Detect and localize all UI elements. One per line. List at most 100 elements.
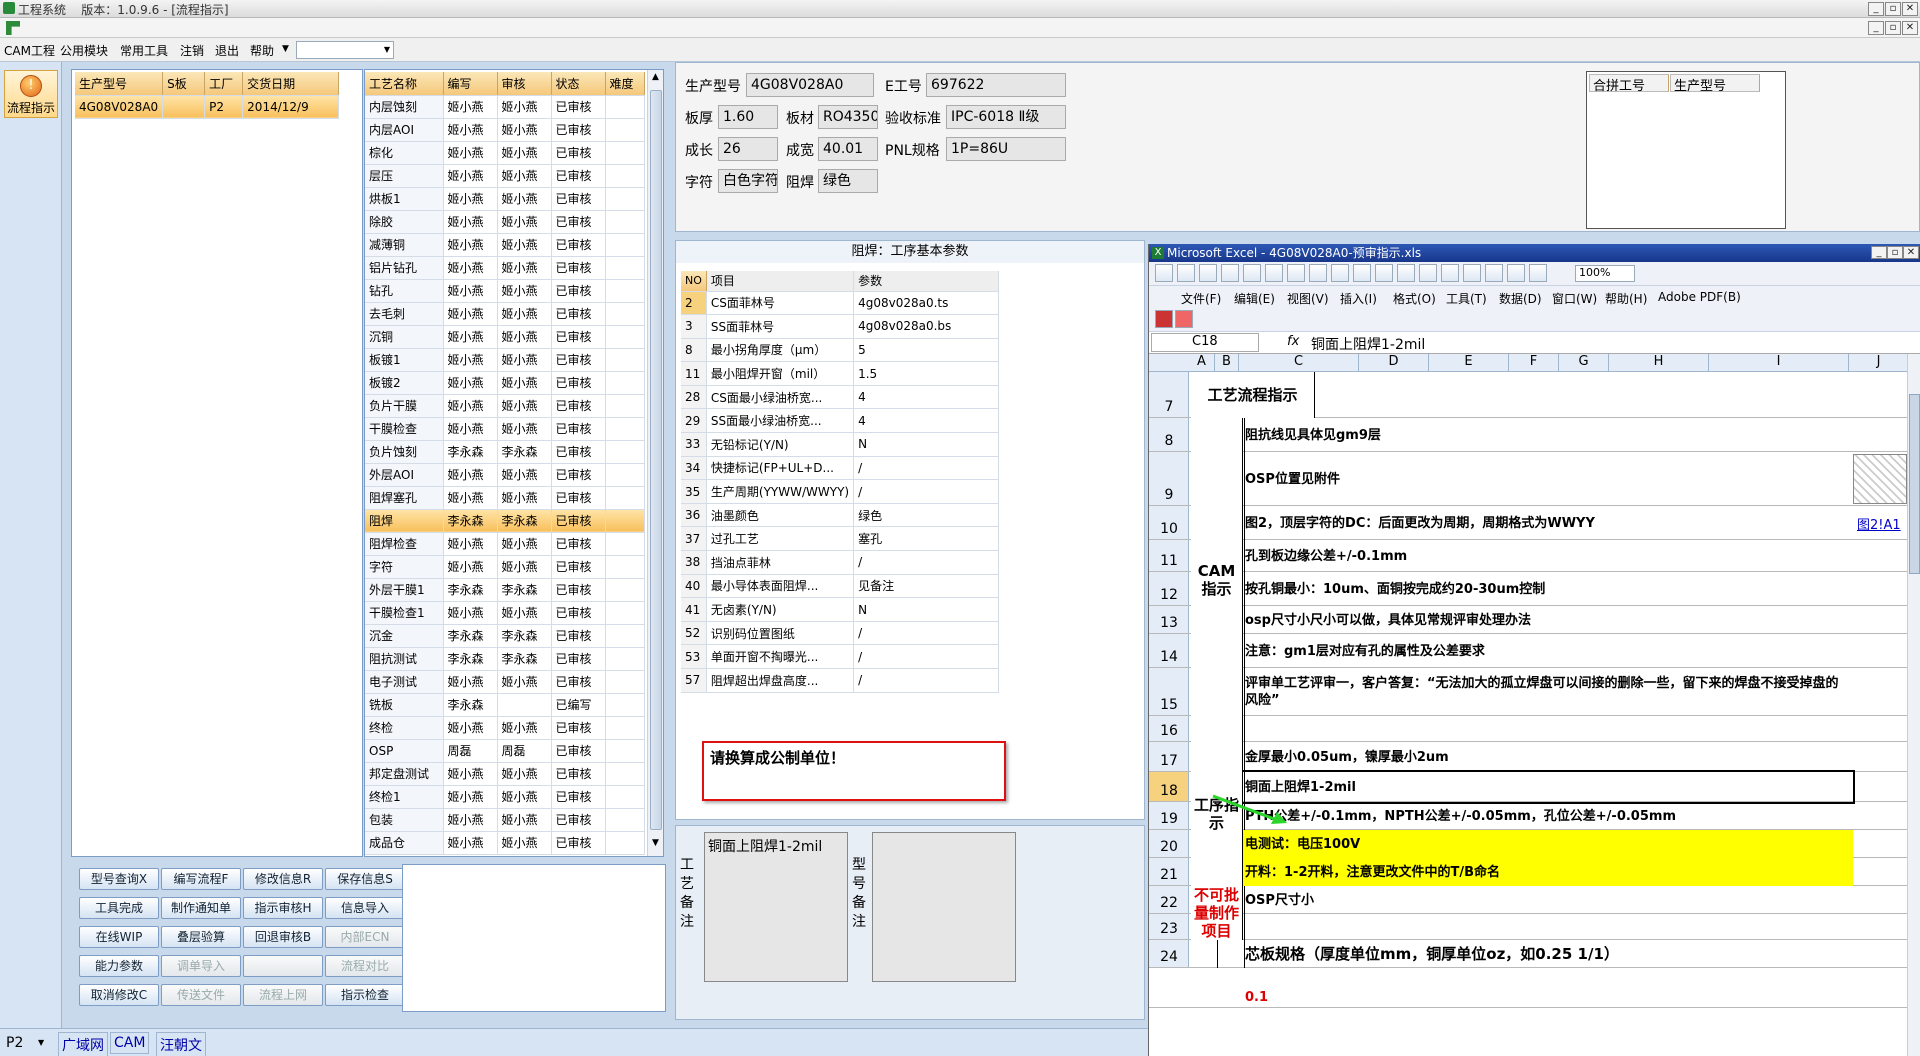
table-row[interactable]: 沉金 李永森 李永森 已审核	[365, 624, 645, 648]
instruction-cell[interactable]: 评审单工艺评审一，客户答复：“无法加大的孤立焊盘可以间接的删除一些，留下来的焊盘…	[1241, 668, 1853, 716]
excel-close-icon[interactable]: ✕	[1903, 246, 1919, 259]
open-icon[interactable]	[1177, 264, 1195, 282]
sum-icon[interactable]	[1441, 264, 1459, 282]
table-row[interactable]: 铣板 李永森 已编写	[365, 693, 645, 717]
row-number[interactable]: 9	[1149, 452, 1189, 505]
instruction-cell[interactable]: OSP位置见附件	[1241, 452, 1853, 506]
factory-select[interactable]: P2	[6, 1035, 23, 1051]
action-button-4-3[interactable]: 指示检查	[325, 984, 405, 1006]
spell-icon[interactable]	[1265, 264, 1283, 282]
menu-cam[interactable]: CAM工程	[4, 42, 55, 59]
row-number[interactable]: 18	[1149, 772, 1189, 801]
tab-user[interactable]: 汪朝文	[156, 1032, 206, 1056]
pnl-field[interactable]: 1P=86U	[946, 137, 1066, 161]
param-row[interactable]: 11 最小阻焊开窗（mil） 1.5	[681, 361, 999, 386]
action-button-2-3[interactable]: 内部ECN	[325, 926, 405, 948]
excel-scroll-thumb[interactable]	[1909, 394, 1920, 574]
param-row[interactable]: 52 识别码位置图纸 /	[681, 621, 999, 646]
column-header[interactable]: C	[1239, 354, 1359, 371]
column-header[interactable]: D	[1359, 354, 1429, 371]
column-header[interactable]: A	[1189, 354, 1215, 371]
excel-menu-item[interactable]: Adobe PDF(B)	[1658, 290, 1741, 304]
excel-menu-item[interactable]: 窗口(W)	[1552, 290, 1597, 307]
model-remark-field[interactable]	[872, 832, 1016, 982]
action-button-3-3[interactable]: 流程对比	[325, 955, 405, 977]
row-number[interactable]: 16	[1149, 716, 1189, 741]
new-icon[interactable]	[1155, 264, 1173, 282]
param-row[interactable]: 57 阻焊超出焊盘高度... /	[681, 668, 999, 693]
link-icon[interactable]	[1419, 264, 1437, 282]
instruction-cell[interactable]: 开料：1-2开料，注意更改文件中的T/B命名	[1241, 858, 1853, 886]
row-number[interactable]: 11	[1149, 540, 1189, 571]
action-button-1-3[interactable]: 信息导入	[325, 897, 405, 919]
param-row[interactable]: 40 最小导体表面阻焊... 见备注	[681, 574, 999, 599]
excel-menu-item[interactable]: 帮助(H)	[1605, 290, 1647, 307]
instruction-cell[interactable]: 图2，顶层字符的DC：后面更改为周期，周期格式为WWYY	[1241, 506, 1853, 540]
table-row[interactable]: 外层干膜1 李永森 李永森 已审核	[365, 578, 645, 602]
instruction-cell[interactable]: 金厚最小0.05um，镍厚最小2um	[1241, 742, 1853, 772]
eno-field[interactable]: 697622	[926, 73, 1066, 97]
table-row[interactable]: 内层AOI 姬小燕 姬小燕 已审核	[365, 118, 645, 142]
scroll-down-icon[interactable]: ▼	[649, 838, 662, 852]
sort-asc-icon[interactable]	[1463, 264, 1481, 282]
model-field[interactable]: 4G08V028A0	[746, 73, 874, 97]
action-button-2-0[interactable]: 在线WIP	[79, 926, 159, 948]
chart-icon[interactable]	[1507, 264, 1525, 282]
table-row[interactable]: 终检1 姬小燕 姬小燕 已审核	[365, 785, 645, 809]
paste-icon[interactable]	[1331, 264, 1349, 282]
cut-icon[interactable]	[1287, 264, 1305, 282]
table-row[interactable]: 减薄铜 姬小燕 姬小燕 已审核	[365, 233, 645, 257]
action-button-1-1[interactable]: 制作通知单	[161, 897, 241, 919]
instruction-cell[interactable]: 阻抗线见具体见gm9层	[1241, 418, 1853, 452]
action-button-4-0[interactable]: 取消修改C	[79, 984, 159, 1006]
maximize-icon[interactable]: ▫	[1885, 2, 1901, 16]
table-row[interactable]: OSP 周磊 周磊 已审核	[365, 739, 645, 763]
excel-vscroll[interactable]	[1907, 354, 1920, 1056]
table-row[interactable]: 字符 姬小燕 姬小燕 已审核	[365, 555, 645, 579]
mask-field[interactable]: 绿色	[818, 169, 878, 193]
table-row[interactable]: 4G08V028A0 P2 2014/12/9	[75, 95, 339, 119]
row-number[interactable]: 19	[1149, 802, 1189, 829]
draw-icon[interactable]	[1529, 264, 1547, 282]
action-button-4-1[interactable]: 传送文件	[161, 984, 241, 1006]
col-no[interactable]: NO	[681, 271, 707, 292]
excel-menu-item[interactable]: 文件(F)	[1181, 290, 1221, 307]
column-header[interactable]: J	[1849, 354, 1909, 371]
std-field[interactable]: IPC-6018 Ⅱ级	[946, 105, 1066, 129]
table-row[interactable]: 板镀1 姬小燕 姬小燕 已审核	[365, 348, 645, 372]
param-row[interactable]: 53 单面开窗不掏曝光... /	[681, 644, 999, 669]
instruction-cell[interactable]: 电测试：电压100V	[1241, 830, 1853, 858]
minimize-icon[interactable]: _	[1868, 2, 1884, 16]
col-status[interactable]: 状态	[551, 72, 606, 96]
sort-desc-icon[interactable]	[1485, 264, 1503, 282]
menu-logout[interactable]: 注销	[180, 42, 204, 59]
action-button-2-1[interactable]: 叠层验算	[161, 926, 241, 948]
row-number[interactable]: 22	[1149, 886, 1189, 913]
table-row[interactable]: 去毛刺 姬小燕 姬小燕 已审核	[365, 302, 645, 326]
table-row[interactable]: 阻焊检查 姬小燕 姬小燕 已审核	[365, 532, 645, 556]
tab-cam[interactable]: CAM	[110, 1032, 150, 1054]
instruction-cell[interactable]: osp尺寸小尺小可以做，具体见常规评审处理办法	[1241, 606, 1853, 634]
scroll-thumb[interactable]	[650, 90, 662, 830]
column-header[interactable]: I	[1709, 354, 1849, 371]
param-row[interactable]: 36 油墨颜色 绿色	[681, 503, 999, 528]
column-header[interactable]: H	[1609, 354, 1709, 371]
table-row[interactable]: 干膜检查 姬小燕 姬小燕 已审核	[365, 417, 645, 441]
table-row[interactable]: 成品仓 姬小燕 姬小燕 已审核	[365, 831, 645, 855]
chevron-down-icon[interactable]: ▼	[282, 44, 289, 54]
col-date[interactable]: 交货日期	[242, 72, 339, 96]
column-header[interactable]: F	[1509, 354, 1559, 371]
excel-menu-item[interactable]: 格式(O)	[1393, 290, 1436, 307]
action-button-3-1[interactable]: 调单导入	[161, 955, 241, 977]
col-model[interactable]: 生产型号	[75, 72, 164, 96]
column-header[interactable]: B	[1215, 354, 1239, 371]
action-button-4-2[interactable]: 流程上网	[243, 984, 323, 1006]
menu-combo[interactable]: ▼	[296, 41, 394, 59]
row-number[interactable]: 15	[1149, 668, 1189, 715]
param-row[interactable]: 3 SS面菲林号 4g08v028a0.bs	[681, 314, 999, 339]
col-param[interactable]: 参数	[853, 271, 999, 292]
action-button-0-3[interactable]: 保存信息S	[325, 868, 405, 890]
excel-menu-item[interactable]: 视图(V)	[1287, 290, 1329, 307]
param-row[interactable]: 34 快捷标记(FP+UL+D... /	[681, 456, 999, 481]
table-row[interactable]: 烘板1 姬小燕 姬小燕 已审核	[365, 187, 645, 211]
